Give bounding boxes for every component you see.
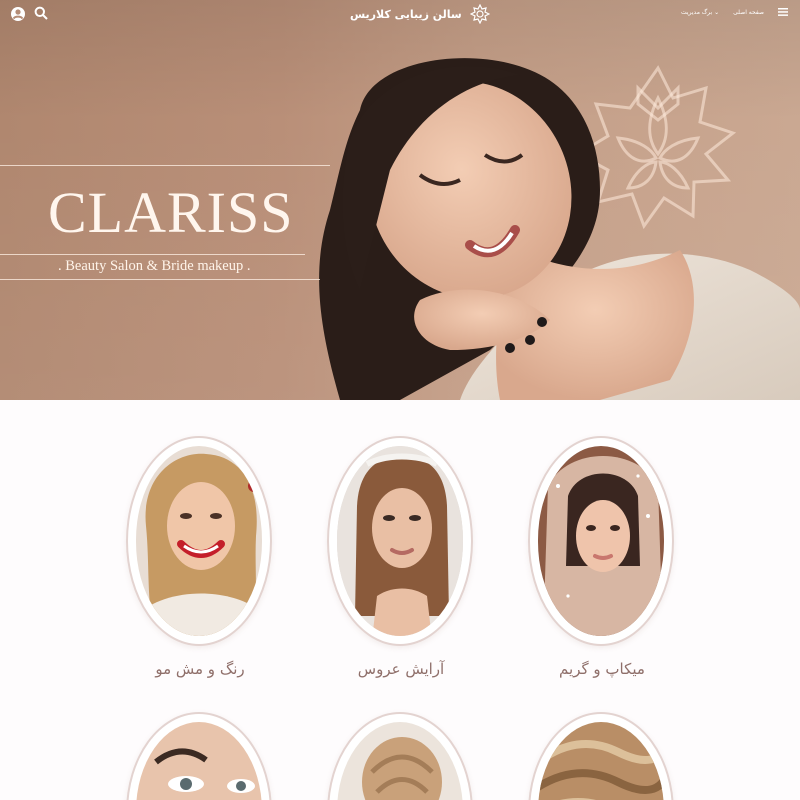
hero-divider-bottom bbox=[0, 279, 320, 280]
service-title[interactable]: آرایش عروس bbox=[327, 660, 475, 678]
service-image-frame[interactable] bbox=[126, 436, 272, 646]
nav-sample-pages[interactable]: برگ مدیریت ⌄ bbox=[681, 9, 719, 16]
service-card-bride-makeup[interactable]: آرایش عروس bbox=[327, 436, 475, 678]
service-card-row2-middle[interactable] bbox=[327, 712, 475, 800]
bride-makeup-photo bbox=[337, 446, 463, 636]
service-image-frame[interactable] bbox=[528, 436, 674, 646]
service-image-frame[interactable] bbox=[528, 712, 674, 800]
brand-name: سالن زیبایی کلاریس bbox=[350, 7, 462, 21]
hero-woman-photo bbox=[319, 58, 800, 400]
top-bar: سالن زیبایی کلاریس برگ مدیریت ⌄ صفحه اصل… bbox=[0, 0, 800, 28]
makeup-woman-photo bbox=[538, 446, 664, 636]
services-section: رنگ و مش مو آرایش عروس میکاپ و گریم bbox=[0, 400, 800, 800]
user-icon[interactable] bbox=[10, 6, 26, 22]
brand-logo-icon bbox=[469, 4, 490, 24]
brand[interactable]: سالن زیبایی کلاریس bbox=[350, 4, 490, 24]
menu-icon[interactable] bbox=[778, 8, 788, 16]
hero-title: CLARISS bbox=[48, 180, 294, 245]
service-card-makeup[interactable]: میکاپ و گریم bbox=[528, 436, 676, 678]
service-image-frame[interactable] bbox=[327, 436, 473, 646]
service-image-frame[interactable] bbox=[327, 712, 473, 800]
service-title[interactable]: رنگ و مش مو bbox=[126, 660, 274, 678]
search-icon[interactable] bbox=[34, 6, 48, 20]
hair-texture-photo bbox=[538, 722, 664, 800]
main-nav: برگ مدیریت ⌄ صفحه اصلی bbox=[681, 8, 788, 16]
hair-updo-photo bbox=[337, 722, 463, 800]
eyebrow-closeup-photo bbox=[136, 722, 262, 800]
service-title[interactable]: میکاپ و گریم bbox=[528, 660, 676, 678]
service-card-row2-right[interactable] bbox=[528, 712, 676, 800]
hero-divider-mid bbox=[0, 254, 305, 255]
service-image-frame[interactable] bbox=[126, 712, 272, 800]
hero-subtitle: . Beauty Salon & Bride makeup . bbox=[58, 258, 251, 274]
hero-banner: CLARISS . Beauty Salon & Bride makeup . … bbox=[0, 0, 800, 400]
service-card-hair-color[interactable]: رنگ و مش مو bbox=[126, 436, 274, 678]
service-card-row2-left[interactable] bbox=[126, 712, 274, 800]
hero-divider-top bbox=[0, 165, 330, 166]
hair-color-woman-photo bbox=[136, 446, 262, 636]
nav-home[interactable]: صفحه اصلی bbox=[733, 9, 764, 16]
